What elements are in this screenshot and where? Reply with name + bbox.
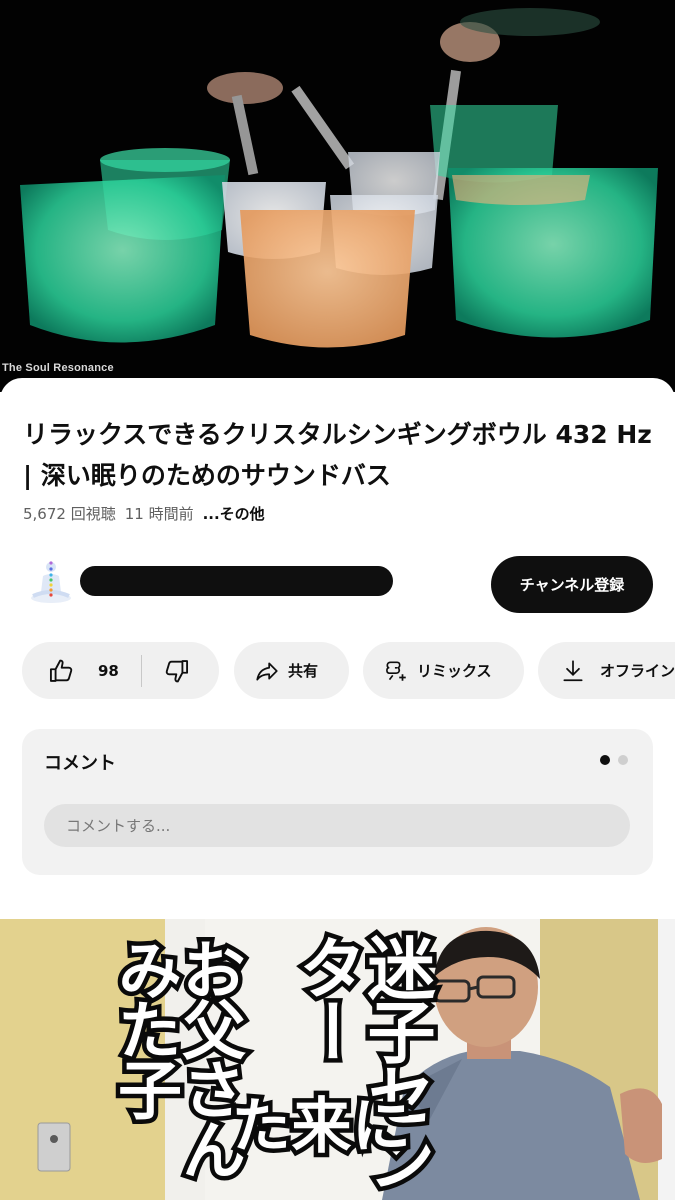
video-player[interactable]: The Soul Resonance <box>0 0 675 392</box>
caption-left: お父さんみた子 <box>103 933 250 1182</box>
channel-avatar[interactable] <box>27 558 75 606</box>
share-label: 共有 <box>288 662 319 680</box>
more-link[interactable]: ...その他 <box>203 505 265 523</box>
channel-name-redacted <box>80 566 393 596</box>
channel-watermark: The Soul Resonance <box>2 362 114 374</box>
comments-card[interactable]: コメント コメントする... <box>22 729 653 875</box>
subscribe-button[interactable]: チャンネル登録 <box>491 556 653 613</box>
remix-label: リミックス <box>417 662 492 680</box>
thumbs-down-icon <box>165 659 188 682</box>
meditation-avatar-icon <box>31 561 71 603</box>
video-meta[interactable]: 5,672 回視聴 11 時間前 ...その他 <box>23 503 274 524</box>
carousel-dot <box>618 755 628 765</box>
share-icon <box>256 662 278 681</box>
video-title[interactable]: リラックスできるクリスタルシンギングボウル 432 Hz | 深い眠りのためのサ… <box>23 414 663 496</box>
upload-age: 11 時間前 <box>124 505 194 523</box>
download-icon <box>563 659 583 681</box>
share-button[interactable]: 共有 <box>234 642 349 699</box>
offline-label: オフライン <box>600 662 675 680</box>
like-count: 98 <box>98 661 119 680</box>
like-divider <box>140 654 142 687</box>
like-dislike-group: 98 <box>22 642 219 699</box>
next-video-thumbnail[interactable]: お父さんみた子 迷子センター に来た <box>0 919 675 1200</box>
comment-input[interactable]: コメントする... <box>44 804 630 847</box>
view-count: 5,672 回視聴 <box>23 505 116 523</box>
caption-right: に来た <box>217 1090 416 1155</box>
thumbs-up-icon <box>49 659 73 682</box>
video-frame <box>20 8 658 348</box>
remix-icon <box>386 661 406 681</box>
remix-button[interactable]: リミックス <box>363 642 524 699</box>
comments-title: コメント <box>44 753 116 774</box>
like-button[interactable]: 98 <box>22 657 119 685</box>
offline-button[interactable]: オフライン <box>538 642 675 699</box>
dislike-button[interactable] <box>162 657 190 685</box>
carousel-dot-active <box>600 755 610 765</box>
